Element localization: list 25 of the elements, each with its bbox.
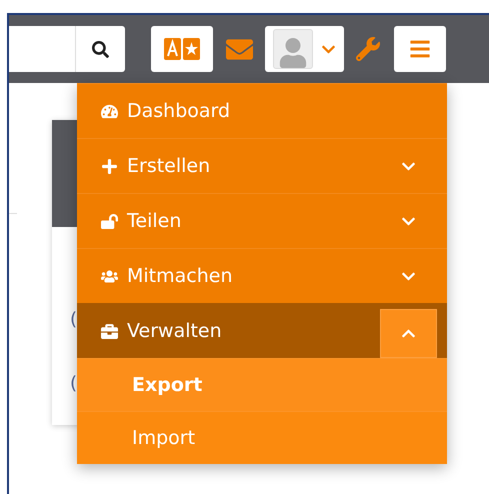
briefcase-icon	[99, 322, 119, 340]
unlocked-padlock-icon	[99, 212, 119, 230]
menu-icon	[409, 38, 431, 60]
menu-item[interactable]: Dashboard	[77, 83, 447, 138]
menu-item[interactable]: Verwalten	[77, 303, 447, 358]
dashboard-gauge-icon	[99, 102, 119, 120]
parenthesis-text: (	[70, 309, 78, 331]
menu-item[interactable]: Teilen	[77, 193, 447, 248]
search-button[interactable]	[75, 26, 125, 72]
plus-icon	[99, 158, 119, 174]
user-menu-button[interactable]	[265, 26, 344, 72]
menu-item[interactable]: Erstellen	[77, 138, 447, 193]
expand-toggle[interactable]	[380, 309, 437, 358]
parenthesis-text: (	[70, 373, 78, 395]
menu-button[interactable]	[394, 26, 446, 72]
translate-icon	[164, 38, 200, 60]
avatar-icon	[273, 29, 313, 69]
language-button[interactable]	[151, 26, 213, 72]
menu-item[interactable]: Mitmachen	[77, 248, 447, 303]
people-icon	[99, 268, 119, 284]
search-icon	[92, 40, 109, 58]
search-field[interactable]	[9, 26, 75, 72]
submenu-item[interactable]: Import	[77, 411, 447, 464]
wrench-icon[interactable]	[356, 37, 380, 61]
submenu-item[interactable]: Export	[77, 358, 447, 411]
